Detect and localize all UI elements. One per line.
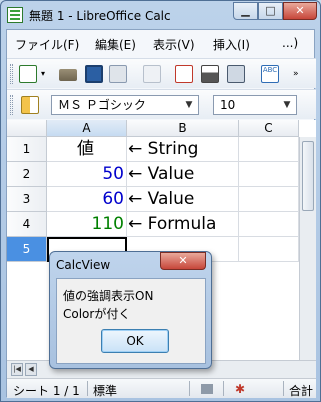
status-bar: シート 1 / 1 標準 ✱ 合計 xyxy=(7,378,316,398)
calcview-dialog: CalcView ✕ 値の強調表示ON Colorが付く OK xyxy=(49,251,212,369)
sheet-indicator: シート 1 / 1 xyxy=(13,384,80,398)
dialog-title: CalcView xyxy=(56,258,111,272)
vertical-scrollbar[interactable] xyxy=(299,137,316,360)
spellcheck-icon[interactable]: ABC xyxy=(261,65,279,83)
cell-b4[interactable]: ← Formula xyxy=(127,212,239,237)
row-header[interactable]: 1 xyxy=(7,137,47,162)
select-all-corner[interactable] xyxy=(7,120,47,137)
status-divider xyxy=(223,381,224,396)
export-pdf-icon[interactable] xyxy=(175,65,193,83)
font-size-value: 10 xyxy=(220,98,236,112)
cell-c4[interactable] xyxy=(239,212,299,237)
toolbar-overflow-icon[interactable]: » xyxy=(293,65,303,83)
row-header[interactable]: 3 xyxy=(7,187,47,212)
document-modified-icon: ✱ xyxy=(235,382,246,396)
column-header-b[interactable]: B xyxy=(127,120,239,137)
menu-bar: ファイル(F) 編集(E) 表示(V) 挿入(I) ...) xyxy=(7,34,316,54)
sum-label: 合計 xyxy=(289,384,314,398)
font-name-value: ＭＳ Ｐゴシック xyxy=(58,98,146,112)
minimize-button[interactable]: ▁ xyxy=(233,2,258,20)
cell-c5[interactable] xyxy=(239,237,299,262)
status-divider xyxy=(283,381,284,396)
cell-c3[interactable] xyxy=(239,187,299,212)
window-title: 無題 1 - LibreOffice Calc xyxy=(29,9,171,23)
page-style: 標準 xyxy=(93,384,118,398)
app-window: 無題 1 - LibreOffice Calc ▁ □ ✕ ファイル(F) 編集… xyxy=(0,0,321,402)
calc-app-icon xyxy=(7,7,23,23)
menu-edit[interactable]: 編集(E) xyxy=(95,36,136,53)
save-icon[interactable] xyxy=(85,65,103,83)
new-dropdown-icon[interactable]: ▾ xyxy=(41,65,49,83)
cell-b3[interactable]: ← Value xyxy=(127,187,239,212)
font-name-box[interactable]: ＭＳ Ｐゴシック ▼ xyxy=(51,95,199,115)
cell-a2[interactable]: 50 xyxy=(47,162,127,187)
dialog-close-button[interactable]: ✕ xyxy=(160,252,206,270)
cell-b2[interactable]: ← Value xyxy=(127,162,239,187)
open-folder-icon[interactable] xyxy=(59,69,77,81)
edit-file-icon[interactable] xyxy=(143,65,161,83)
row-header[interactable]: 2 xyxy=(7,162,47,187)
insert-mode-icon xyxy=(201,384,213,394)
row-header[interactable]: 4 xyxy=(7,212,47,237)
cell-a4[interactable]: 110 xyxy=(47,212,127,237)
scrollbar-thumb[interactable] xyxy=(302,141,314,211)
toolbar-grip[interactable] xyxy=(10,95,13,115)
cell-c1[interactable] xyxy=(239,137,299,162)
font-size-box[interactable]: 10 ▼ xyxy=(213,95,297,115)
formatting-toolbar: ＭＳ Ｐゴシック ▼ 10 ▼ xyxy=(7,89,316,119)
cell-a3[interactable]: 60 xyxy=(47,187,127,212)
menu-file[interactable]: ファイル(F) xyxy=(15,36,79,53)
dialog-message-line-2: Colorが付く xyxy=(63,307,131,321)
chevron-down-icon[interactable]: ▼ xyxy=(182,98,196,112)
status-divider xyxy=(87,381,88,396)
new-document-icon[interactable] xyxy=(19,65,37,83)
maximize-button[interactable]: □ xyxy=(258,2,283,20)
standard-toolbar: ▾ ABC » xyxy=(7,58,316,88)
prev-sheet-button[interactable]: ◀ xyxy=(25,363,37,376)
column-header-a[interactable]: A xyxy=(47,120,127,137)
dialog-body: 値の強調表示ON Colorが付く OK xyxy=(56,278,206,364)
status-divider xyxy=(189,381,190,396)
toolbar-grip[interactable] xyxy=(10,64,13,84)
print-preview-icon[interactable] xyxy=(227,65,245,83)
menu-insert[interactable]: 挿入(I) xyxy=(213,36,250,53)
chevron-down-icon[interactable]: ▼ xyxy=(280,98,294,112)
row-header[interactable]: 5 xyxy=(7,237,47,262)
print-icon[interactable] xyxy=(201,65,219,83)
first-sheet-button[interactable]: |◀ xyxy=(11,363,23,376)
menu-view[interactable]: 表示(V) xyxy=(153,36,195,53)
column-header-c[interactable]: C xyxy=(239,120,299,137)
cell-c2[interactable] xyxy=(239,162,299,187)
dialog-message-line-1: 値の強調表示ON xyxy=(63,289,154,303)
email-icon[interactable] xyxy=(109,65,127,83)
title-bar[interactable]: 無題 1 - LibreOffice Calc ▁ □ ✕ xyxy=(1,1,320,29)
ok-button[interactable]: OK xyxy=(101,329,169,353)
close-button[interactable]: ✕ xyxy=(283,2,317,20)
styles-icon[interactable] xyxy=(21,96,39,114)
menu-more[interactable]: ...) xyxy=(282,36,298,50)
cell-b1[interactable]: ← String xyxy=(127,137,239,162)
cell-a1[interactable]: 値 xyxy=(47,137,127,162)
